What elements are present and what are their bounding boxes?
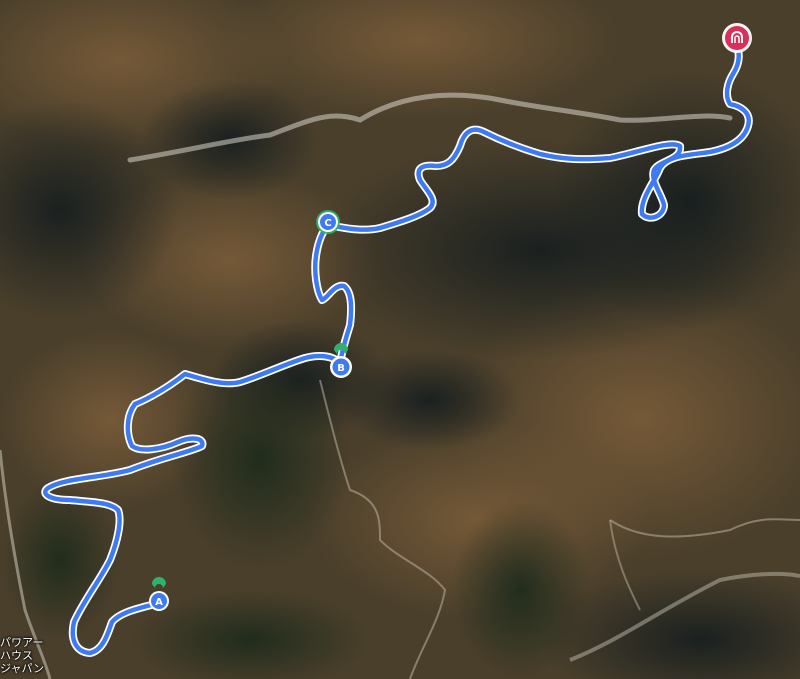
- satellite-map[interactable]: A B C パワアー ハウス ジャパン: [0, 0, 800, 679]
- poi-label-line: パワアー: [0, 636, 44, 649]
- poi-label-line: ジャパン: [0, 662, 44, 675]
- destination-marker[interactable]: [722, 23, 752, 53]
- waypoint-b-label: B: [337, 363, 345, 374]
- waypoint-a-label: A: [155, 597, 163, 608]
- waypoint-c-marker[interactable]: C: [316, 210, 340, 234]
- terrain-layer: [0, 0, 800, 679]
- poi-label-line: ハウス: [0, 649, 33, 662]
- waypoint-c-label: C: [324, 218, 331, 229]
- map-canvas: A B C: [0, 0, 800, 679]
- poi-label: パワアー ハウス ジャパン: [0, 636, 60, 675]
